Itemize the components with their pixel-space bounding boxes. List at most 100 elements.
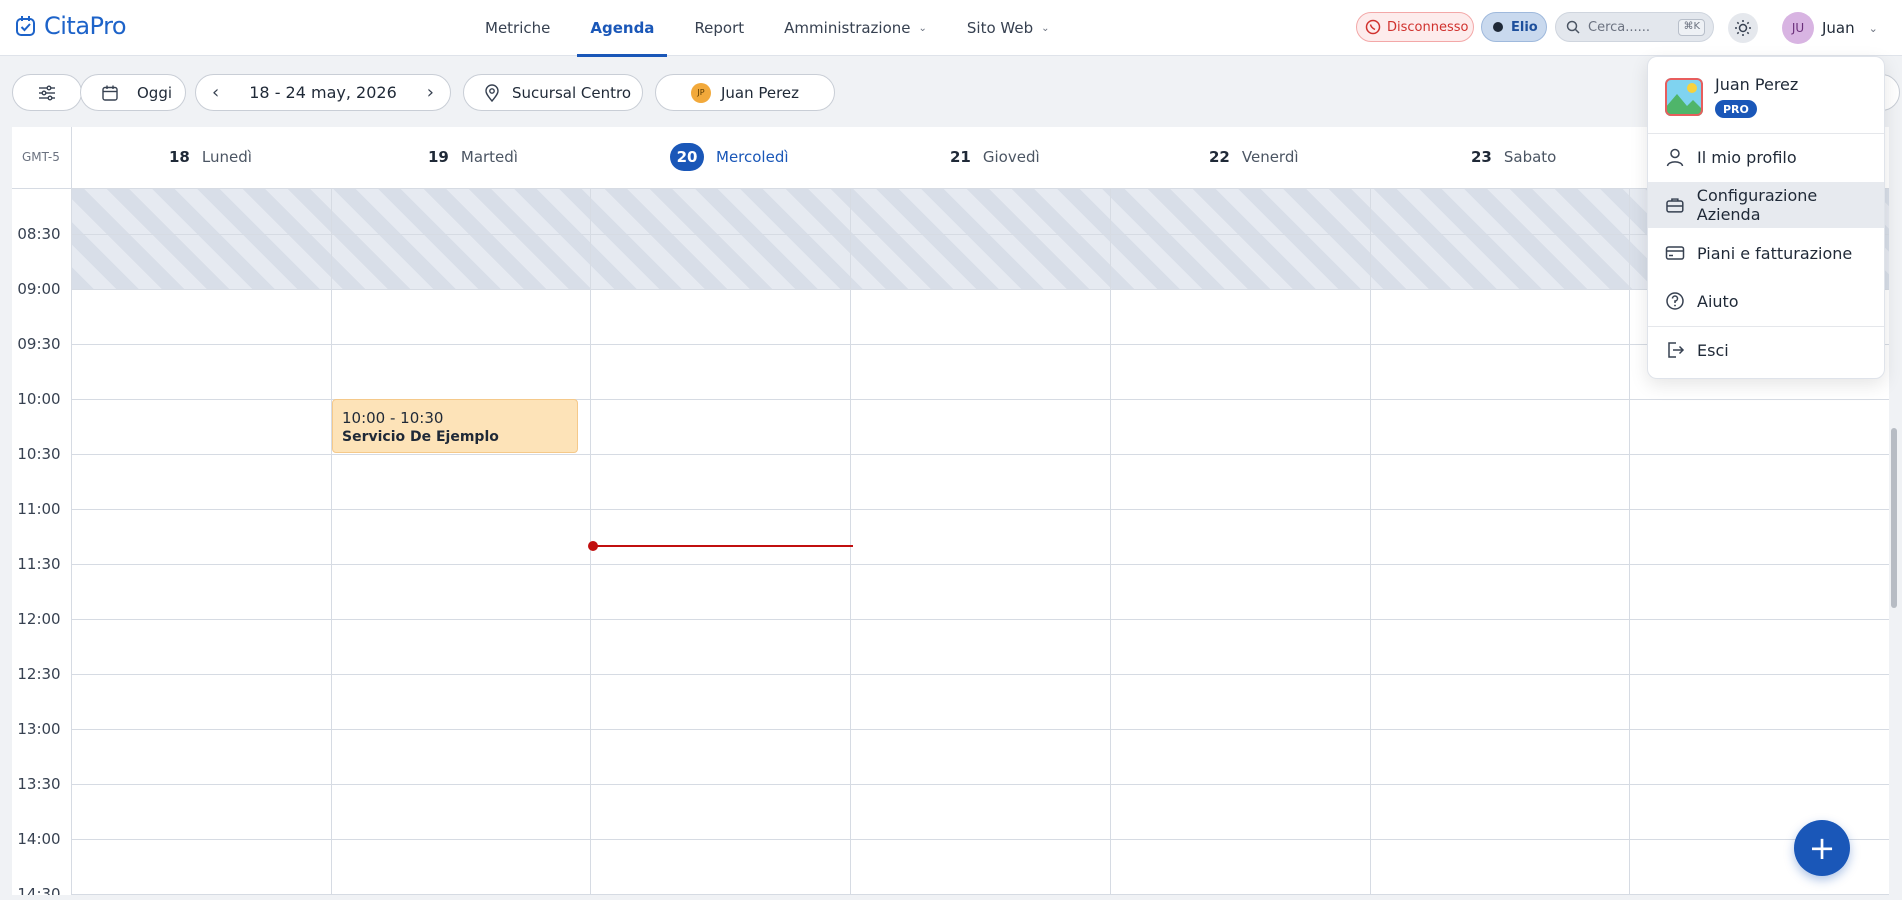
menu-item-label: Il mio profilo [1697,147,1797,167]
hour-line [72,289,1889,290]
map-pin-icon [485,83,499,102]
menu-item-label: Esci [1697,340,1729,360]
add-appointment-button[interactable]: + [1794,820,1850,876]
hour-line [72,729,1889,730]
time-label: 11:00 [17,500,61,518]
time-label: 12:30 [17,665,61,683]
nav-label: Sito Web [966,19,1034,37]
chevron-right-icon[interactable]: › [421,82,440,103]
chevron-down-icon: ⌄ [1041,22,1050,34]
hour-line [72,619,1889,620]
user-menu-header: Juan Perez PRO [1648,57,1884,134]
day-name: Sabato [1503,148,1557,166]
unavailable-hours-block [72,189,1889,290]
assistant-button[interactable]: Elio [1481,12,1547,42]
credit-card-icon [1665,246,1685,260]
whatsapp-status-label: Disconnesso [1387,19,1469,35]
search-shortcut: ⌘K [1678,19,1705,36]
today-label: Oggi [137,83,173,102]
menu-item-company-settings[interactable]: Configurazione Azienda [1648,182,1884,228]
time-gutter-divider [71,127,72,895]
appointment-event[interactable]: 10:00 - 10:30 Servicio De Ejemplo [332,399,578,453]
date-range-label[interactable]: 18 - 24 may, 2026 [249,83,397,102]
today-button[interactable]: Oggi [80,74,186,111]
current-time-indicator [593,545,853,547]
sliders-icon [39,85,55,100]
hour-line [72,344,1889,345]
staff-label: Juan Perez [720,83,800,102]
time-label: 09:30 [17,335,61,353]
hour-line [72,784,1889,785]
time-label: 12:00 [17,610,61,628]
chevron-left-icon[interactable]: ‹ [206,82,225,103]
menu-item-billing[interactable]: Piani e fatturazione [1648,230,1884,276]
day-header-19[interactable]: 19 Martedì [428,142,518,172]
theme-toggle-button[interactable] [1728,13,1758,43]
menu-item-help[interactable]: Aiuto [1648,278,1884,324]
search-input[interactable]: Cerca...... ⌘K [1555,12,1714,42]
event-time: 10:00 - 10:30 [342,409,444,427]
filter-button[interactable] [12,74,82,111]
sun-icon [1735,20,1751,36]
company-image-icon [1665,78,1703,116]
chevron-down-icon: ⌄ [1868,21,1878,35]
whatsapp-icon [1365,19,1381,35]
day-header-22[interactable]: 22 Venerdì [1209,142,1299,172]
scrollbar-thumb[interactable] [1891,428,1897,608]
menu-item-label: Aiuto [1697,291,1739,311]
user-dropdown-menu: Juan Perez PRO Il mio profilo Configuraz… [1647,56,1885,379]
day-column-divider [331,189,332,895]
branch-selector[interactable]: Sucursal Centro [463,74,643,111]
assistant-icon [1493,22,1503,32]
day-name: Lunedì [201,148,252,166]
time-label: 14:30 [17,885,61,895]
calendar-header: GMT-5 18 Lunedì 19 Martedì 20 Mercoledì 21 G… [12,127,1889,189]
day-header-20[interactable]: 20 Mercoledì [670,142,789,172]
day-name: Martedì [460,148,518,166]
time-label: 14:00 [17,830,61,848]
logo[interactable]: CitaPro [14,12,127,40]
staff-selector[interactable]: JP Juan Perez [655,74,835,111]
nav-report[interactable]: Report [681,0,757,56]
day-name: Venerdì [1241,148,1299,166]
menu-item-label: Piani e fatturazione [1697,243,1853,263]
briefcase-icon [1666,198,1684,213]
date-range-navigator: ‹ 18 - 24 may, 2026 › [195,74,451,111]
hour-line [72,454,1889,455]
hour-line [72,509,1889,510]
event-title: Servicio De Ejemplo [342,429,499,445]
whatsapp-status-button[interactable]: Disconnesso [1356,12,1474,42]
timezone-label: GMT-5 [22,150,60,164]
day-header-18[interactable]: 18 Lunedì [169,142,252,172]
avatar: JU [1782,12,1814,44]
day-header-23[interactable]: 23 Sabato [1471,142,1556,172]
menu-item-logout[interactable]: Esci [1648,327,1884,373]
calendar-check-icon [16,16,35,36]
top-navbar: CitaPro Metriche Agenda Report Amministr… [0,0,1902,57]
calendar-scrollbar[interactable] [1890,188,1898,893]
user-icon [1666,148,1684,167]
menu-item-profile[interactable]: Il mio profilo [1648,134,1884,180]
time-label: 11:30 [17,555,61,573]
day-number: 22 [1209,148,1230,166]
day-name: Giovedì [982,148,1040,166]
day-column-divider [1629,189,1630,895]
nav-metriche[interactable]: Metriche [472,0,563,56]
nav-sito-web[interactable]: Sito Web ⌄ [954,0,1063,56]
time-label: 08:30 [17,225,61,243]
chevron-down-icon: ⌄ [918,22,927,34]
hour-line [72,894,1889,895]
branch-label: Sucursal Centro [512,83,631,102]
day-header-21[interactable]: 21 Giovedì [950,142,1040,172]
day-column-divider [1370,189,1371,895]
logout-icon [1668,342,1685,358]
day-column-divider [1110,189,1111,895]
plan-badge: PRO [1715,100,1757,118]
nav-agenda[interactable]: Agenda [577,0,668,57]
staff-avatar: JP [690,82,711,103]
day-number: 21 [950,148,971,166]
user-name: Juan [1822,19,1855,37]
nav-amministrazione[interactable]: Amministrazione ⌄ [771,0,940,56]
search-placeholder: Cerca...... [1588,19,1651,35]
user-menu-button[interactable]: JU Juan ⌄ [1782,11,1878,45]
